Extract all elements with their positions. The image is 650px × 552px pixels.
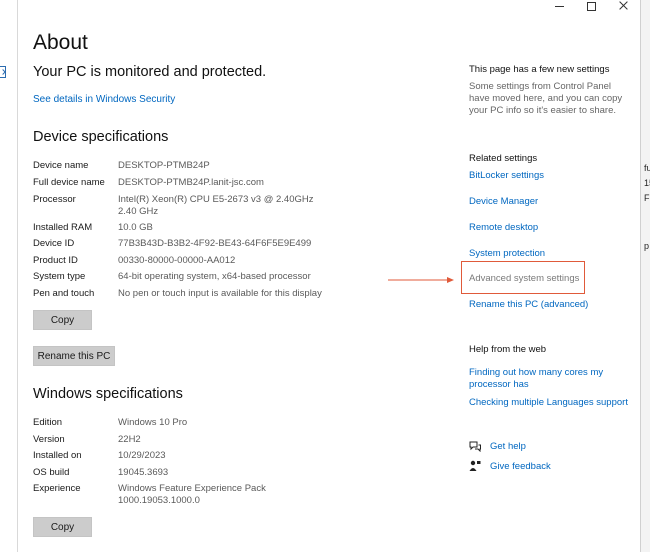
spec-value: 22H2 bbox=[118, 434, 141, 445]
spec-value: 64-bit operating system, x64-based proce… bbox=[118, 271, 311, 282]
give-feedback-link[interactable]: Give feedback bbox=[490, 461, 551, 472]
spec-label: OS build bbox=[33, 467, 70, 478]
spec-label: Processor bbox=[33, 194, 76, 205]
maximize-icon[interactable] bbox=[576, 0, 608, 14]
spec-label: Pen and touch bbox=[33, 288, 95, 299]
spec-label: Installed RAM bbox=[33, 222, 93, 233]
annotation-arrow bbox=[388, 277, 454, 283]
spec-value: 10.0 GB bbox=[118, 222, 153, 233]
feedback-icon bbox=[469, 460, 481, 471]
device-manager-link[interactable]: Device Manager bbox=[469, 196, 538, 207]
spec-label: Version bbox=[33, 434, 65, 445]
spec-value: 77B3B43D-B3B2-4F92-BE43-64F6F5E9E499 bbox=[118, 238, 312, 249]
minimize-icon[interactable] bbox=[544, 0, 576, 14]
languages-help-link[interactable]: Checking multiple Languages support bbox=[469, 397, 628, 408]
spec-value: Windows Feature Experience Pack 1000.190… bbox=[118, 483, 266, 506]
spec-label: Full device name bbox=[33, 177, 105, 188]
edge-text: fu bbox=[644, 163, 650, 173]
copy-windows-specs-button[interactable]: Copy bbox=[33, 517, 92, 537]
edge-text: p bbox=[644, 241, 650, 251]
spec-label: Product ID bbox=[33, 255, 78, 266]
close-icon[interactable] bbox=[608, 0, 640, 14]
spec-value: Windows 10 Pro bbox=[118, 417, 188, 428]
spec-value: 00330-80000-00000-AA012 bbox=[118, 255, 236, 266]
spec-label: Device name bbox=[33, 160, 89, 171]
settings-window: About Your PC is monitored and protected… bbox=[18, 0, 640, 552]
edge-text: Fu bbox=[644, 193, 650, 203]
new-settings-text: Some settings from Control Panel have mo… bbox=[469, 81, 623, 116]
chevron-right-icon[interactable] bbox=[0, 66, 6, 78]
spec-label: Device ID bbox=[33, 238, 75, 249]
spec-label: Installed on bbox=[33, 450, 82, 461]
edge-text: 15 bbox=[644, 178, 650, 188]
windows-security-link[interactable]: See details in Windows Security bbox=[33, 94, 175, 105]
spec-label: System type bbox=[33, 271, 86, 282]
system-protection-link[interactable]: System protection bbox=[469, 248, 545, 259]
bitlocker-settings-link[interactable]: BitLocker settings bbox=[469, 170, 544, 181]
remote-desktop-link[interactable]: Remote desktop bbox=[469, 222, 538, 233]
new-settings-title: This page has a few new settings bbox=[469, 64, 610, 75]
help-from-web-title: Help from the web bbox=[469, 344, 547, 355]
rename-pc-button[interactable]: Rename this PC bbox=[33, 346, 115, 366]
spec-value: 19045.3693 bbox=[118, 467, 169, 478]
background-window-right: fu 15 Fu p bbox=[640, 0, 650, 552]
get-help-icon bbox=[469, 441, 481, 452]
spec-label: Edition bbox=[33, 417, 63, 428]
spec-value: DESKTOP-PTMB24P.lanit-jsc.com bbox=[118, 177, 264, 188]
spec-value: No pen or touch input is available for t… bbox=[118, 288, 322, 299]
highlight-box bbox=[461, 261, 585, 294]
get-help-link[interactable]: Get help bbox=[490, 441, 526, 452]
window-caption-buttons bbox=[544, 0, 640, 14]
spec-label: Experience bbox=[33, 483, 81, 494]
spec-value: 10/29/2023 bbox=[118, 450, 166, 461]
background-window-left bbox=[0, 0, 18, 552]
spec-value: DESKTOP-PTMB24P bbox=[118, 160, 210, 171]
related-settings-title: Related settings bbox=[469, 153, 538, 164]
rename-pc-advanced-link[interactable]: Rename this PC (advanced) bbox=[469, 299, 588, 310]
protection-status: Your PC is monitored and protected. bbox=[33, 64, 267, 80]
copy-device-specs-button[interactable]: Copy bbox=[33, 310, 92, 330]
page-title: About bbox=[33, 31, 88, 54]
device-specs-title: Device specifications bbox=[33, 129, 169, 145]
spec-value: Intel(R) Xeon(R) CPU E5-2673 v3 @ 2.40GH… bbox=[118, 194, 314, 217]
windows-specs-title: Windows specifications bbox=[33, 386, 183, 402]
cores-help-link[interactable]: Finding out how many cores my processor … bbox=[469, 367, 619, 391]
